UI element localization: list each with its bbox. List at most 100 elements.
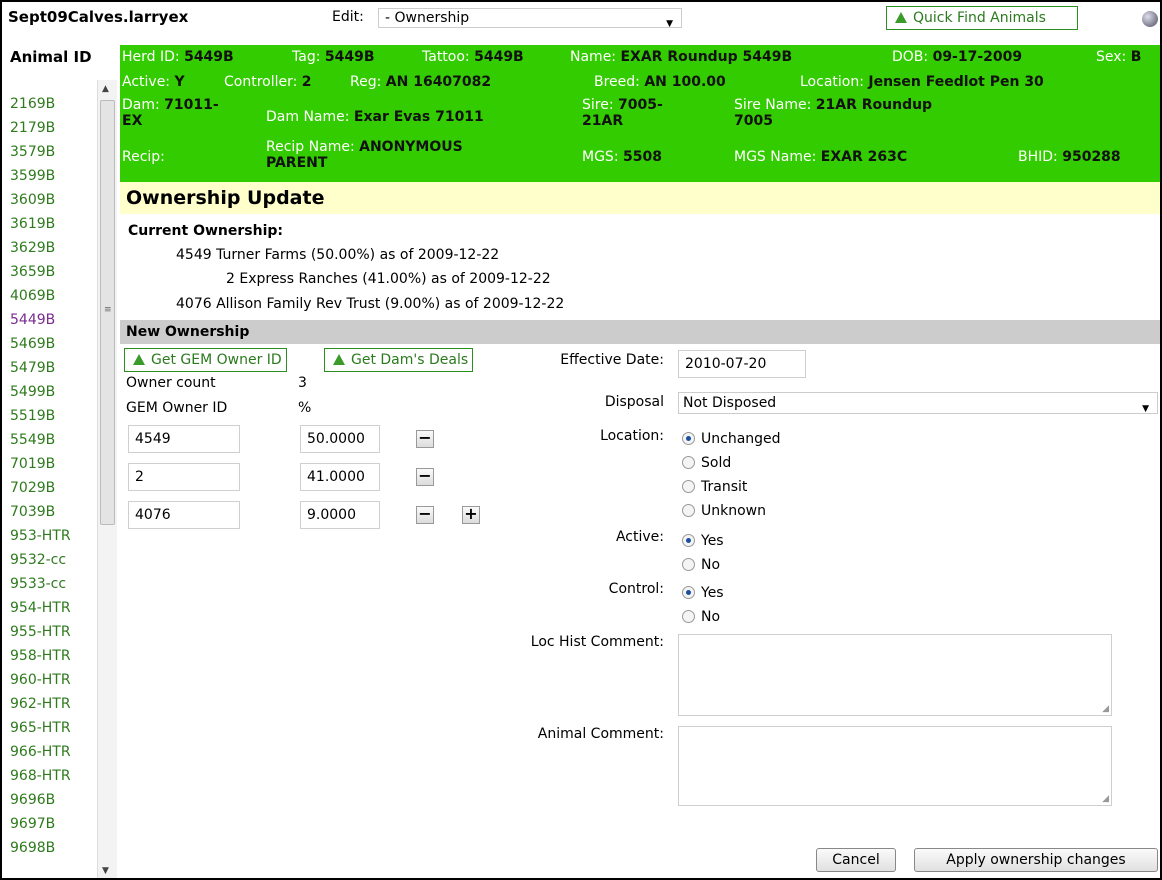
owner-percent-input[interactable]: 41.0000 xyxy=(300,463,380,491)
sidebar-item-animal[interactable]: 3579B xyxy=(10,140,71,164)
active-radio-yes[interactable]: Yes xyxy=(682,532,724,549)
sidebar-item-animal[interactable]: 5549B xyxy=(10,428,71,452)
remove-owner-button[interactable]: − xyxy=(416,430,434,448)
remove-owner-button[interactable]: − xyxy=(416,506,434,524)
edit-select[interactable]: - Ownership ▼ xyxy=(378,8,682,29)
disposal-select[interactable]: Not Disposed ▼ xyxy=(678,392,1158,414)
disposal-label: Disposal xyxy=(604,394,664,410)
herd-id: Herd ID: 5449B xyxy=(122,49,234,65)
radio-icon xyxy=(682,480,695,493)
sidebar-item-animal[interactable]: 5469B xyxy=(10,332,71,356)
sidebar-item-animal[interactable]: 965-HTR xyxy=(10,716,71,740)
sidebar-item-animal[interactable]: 953-HTR xyxy=(10,524,71,548)
owner-percent-input[interactable]: 9.0000 xyxy=(300,501,380,529)
get-gem-owner-id-button[interactable]: Get GEM Owner ID xyxy=(124,348,287,372)
dob: DOB: 09-17-2009 xyxy=(892,49,1023,65)
triangle-icon xyxy=(133,354,145,365)
globe-icon[interactable] xyxy=(1142,11,1158,27)
location-radio-unknown[interactable]: Unknown xyxy=(682,502,766,519)
owner-id-input[interactable]: 2 xyxy=(128,463,240,491)
current-owner-line: 4076 Allison Family Rev Trust (9.00%) as… xyxy=(176,296,565,312)
current-ownership-label: Current Ownership: xyxy=(128,223,283,239)
remove-owner-button[interactable]: − xyxy=(416,468,434,486)
mgs: MGS: 5508 xyxy=(582,149,662,165)
sidebar-scrollbar[interactable]: ▲ ≡ ▼ xyxy=(97,80,117,878)
sidebar-item-animal[interactable]: 5519B xyxy=(10,404,71,428)
location-radio-sold[interactable]: Sold xyxy=(682,454,731,471)
effective-date-label: Effective Date: xyxy=(560,352,664,368)
new-ownership-title: New Ownership xyxy=(126,324,250,340)
animal-sidebar: Animal ID 2169B 2179B 3579B 3599B 3609B 3619B… xyxy=(2,38,120,878)
sire: Sire: 7005- 21AR xyxy=(582,97,663,129)
sidebar-item-animal[interactable]: 960-HTR xyxy=(10,668,71,692)
sidebar-item-animal[interactable]: 3599B xyxy=(10,164,71,188)
controller: Controller: 2 xyxy=(224,74,312,90)
location-radio-unchanged[interactable]: Unchanged xyxy=(682,430,781,447)
add-owner-button[interactable]: + xyxy=(462,506,480,524)
sidebar-item-animal[interactable]: 954-HTR xyxy=(10,596,71,620)
sidebar-item-animal[interactable]: 962-HTR xyxy=(10,692,71,716)
sidebar-item-animal[interactable]: 5499B xyxy=(10,380,71,404)
percent-column-header: % xyxy=(298,400,312,416)
sidebar-item-animal[interactable]: 966-HTR xyxy=(10,740,71,764)
control-radio-yes[interactable]: Yes xyxy=(682,584,724,601)
control-radio-no[interactable]: No xyxy=(682,608,720,625)
location: Location: Jensen Feedlot Pen 30 xyxy=(800,74,1044,90)
sidebar-item-animal[interactable]: 9532-cc xyxy=(10,548,71,572)
active-radio-no[interactable]: No xyxy=(682,556,720,573)
owner-id-input[interactable]: 4549 xyxy=(128,425,240,453)
sidebar-item-animal[interactable]: 9697B xyxy=(10,812,71,836)
apply-ownership-changes-button[interactable]: Apply ownership changes xyxy=(914,848,1158,872)
sidebar-item-animal[interactable]: 7029B xyxy=(10,476,71,500)
disposal-value: Not Disposed xyxy=(683,395,777,411)
sidebar-item-animal[interactable]: 2179B xyxy=(10,116,71,140)
owner-id-input[interactable]: 4076 xyxy=(128,501,240,529)
resize-grip-icon[interactable]: ◢ xyxy=(1102,704,1109,714)
radio-selected-icon xyxy=(682,586,695,599)
sidebar-item-animal[interactable]: 3629B xyxy=(10,236,71,260)
owner-count-value: 3 xyxy=(298,375,307,391)
sidebar-item-animal[interactable]: 958-HTR xyxy=(10,644,71,668)
sidebar-item-animal[interactable]: 5449B xyxy=(10,308,71,332)
triangle-icon xyxy=(895,12,907,23)
quick-find-animals-button[interactable]: Quick Find Animals xyxy=(886,6,1078,30)
sidebar-item-animal[interactable]: 955-HTR xyxy=(10,620,71,644)
tattoo: Tattoo: 5449B xyxy=(422,49,524,65)
scroll-up-icon[interactable]: ▲ xyxy=(102,84,109,94)
scroll-down-icon[interactable]: ▼ xyxy=(102,866,109,876)
scroll-thumb[interactable]: ≡ xyxy=(100,100,115,525)
sidebar-item-animal[interactable]: 7019B xyxy=(10,452,71,476)
sidebar-item-animal[interactable]: 7039B xyxy=(10,500,71,524)
grip-icon: ≡ xyxy=(104,305,112,315)
location-radio-transit[interactable]: Transit xyxy=(682,478,747,495)
radio-icon xyxy=(682,504,695,517)
control-label: Control: xyxy=(608,581,664,597)
app-window: Sept09Calves.larryex Edit: - Ownership ▼… xyxy=(0,0,1162,880)
sidebar-item-animal[interactable]: 968-HTR xyxy=(10,764,71,788)
animal-comment-label: Animal Comment: xyxy=(537,726,664,742)
owner-count-label: Owner count xyxy=(126,375,216,391)
loc-hist-comment-textarea[interactable]: ◢ xyxy=(678,634,1112,716)
sire-name: Sire Name: 21AR Roundup 7005 xyxy=(734,97,933,129)
sidebar-item-animal[interactable]: 5479B xyxy=(10,356,71,380)
sidebar-item-animal[interactable]: 4069B xyxy=(10,284,71,308)
animal-comment-textarea[interactable]: ◢ xyxy=(678,726,1112,806)
chevron-down-icon: ▼ xyxy=(1142,404,1149,414)
dam: Dam: 71011- EX xyxy=(122,97,219,129)
sidebar-item-animal[interactable]: 3609B xyxy=(10,188,71,212)
sidebar-header: Animal ID xyxy=(10,48,92,66)
owner-percent-input[interactable]: 50.0000 xyxy=(300,425,380,453)
sidebar-item-animal[interactable]: 9698B xyxy=(10,836,71,860)
sidebar-item-animal[interactable]: 9696B xyxy=(10,788,71,812)
resize-grip-icon[interactable]: ◢ xyxy=(1102,794,1109,804)
get-dams-deals-button[interactable]: Get Dam's Deals xyxy=(324,348,474,372)
sidebar-item-animal[interactable]: 9533-cc xyxy=(10,572,71,596)
triangle-icon xyxy=(333,354,345,365)
radio-icon xyxy=(682,610,695,623)
cancel-button[interactable]: Cancel xyxy=(816,848,896,872)
effective-date-input[interactable]: 2010-07-20 xyxy=(678,350,806,378)
sidebar-item-animal[interactable]: 2169B xyxy=(10,92,71,116)
animal-list: 2169B 2179B 3579B 3599B 3609B 3619B 3629B 3659B… xyxy=(10,92,71,860)
sidebar-item-animal[interactable]: 3659B xyxy=(10,260,71,284)
sidebar-item-animal[interactable]: 3619B xyxy=(10,212,71,236)
